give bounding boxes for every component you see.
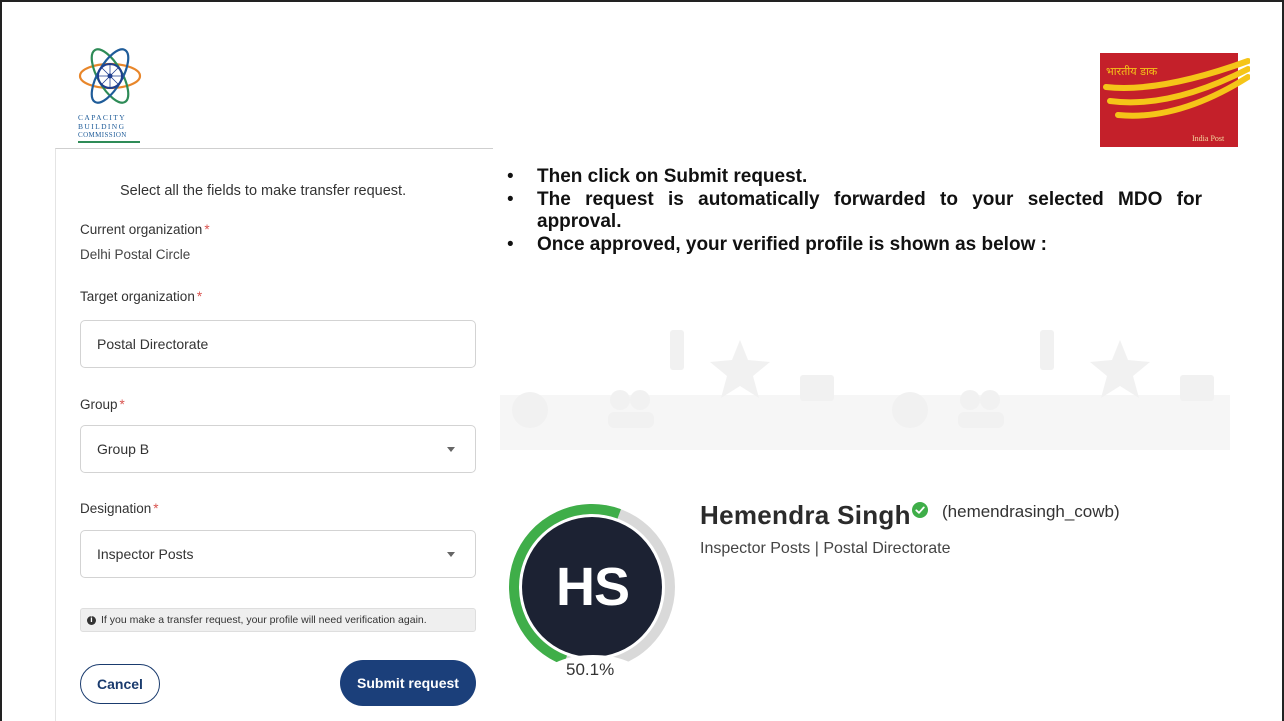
list-item: • Once approved, your verified profile is… xyxy=(507,233,1047,255)
verification-notice: i If you make a transfer request, your pr… xyxy=(80,608,476,632)
cancel-button[interactable]: Cancel xyxy=(80,664,160,704)
avatar-initials: HS xyxy=(556,557,630,617)
profile-subtitle: Inspector Posts | Postal Directorate xyxy=(700,540,951,557)
group-label: Group * xyxy=(80,397,125,412)
notice-text: If you make a transfer request, your pro… xyxy=(101,614,427,626)
designation-label: Designation * xyxy=(80,501,159,516)
capacity-building-commission-logo xyxy=(78,48,142,104)
india-post-english: India Post xyxy=(1192,134,1225,143)
profile-name: Hemendra Singh xyxy=(700,500,911,530)
form-heading: Select all the fields to make transfer r… xyxy=(120,183,407,199)
designation-select[interactable]: Inspector Posts xyxy=(80,530,476,578)
cbc-underline xyxy=(78,141,140,143)
list-item: • Then click on Submit request. xyxy=(507,166,808,187)
profile-handle: (hemendrasingh_cowb) xyxy=(942,502,1120,521)
target-org-input[interactable]: Postal Directorate xyxy=(80,320,476,368)
chevron-down-icon xyxy=(447,552,455,557)
india-post-logo: भारतीय डाक India Post xyxy=(1100,53,1250,147)
designation-value: Inspector Posts xyxy=(97,546,194,562)
target-org-value: Postal Directorate xyxy=(97,336,209,352)
info-icon: i xyxy=(87,615,96,625)
instruction-list: • Then click on Submit request. • The requ… xyxy=(505,166,1202,256)
cbc-wordmark: CAPACITY BUILDING COMMISSION xyxy=(78,113,127,139)
current-org-label: Current organization * xyxy=(80,222,210,237)
chevron-down-icon xyxy=(447,447,455,452)
submit-request-button[interactable]: Submit request xyxy=(340,660,476,706)
decorative-background-icons xyxy=(500,330,1230,450)
current-org-value: Delhi Postal Circle xyxy=(80,247,191,262)
india-post-hindi: भारतीय डाक xyxy=(1106,65,1158,78)
group-select[interactable]: Group B xyxy=(80,425,476,473)
group-value: Group B xyxy=(97,441,150,457)
verified-check-icon xyxy=(912,502,928,518)
target-org-label: Target organization * xyxy=(80,289,203,304)
profile-progress-text: 50.1% xyxy=(566,660,615,679)
list-item: • The request is automatically forwarded … xyxy=(507,188,1202,233)
